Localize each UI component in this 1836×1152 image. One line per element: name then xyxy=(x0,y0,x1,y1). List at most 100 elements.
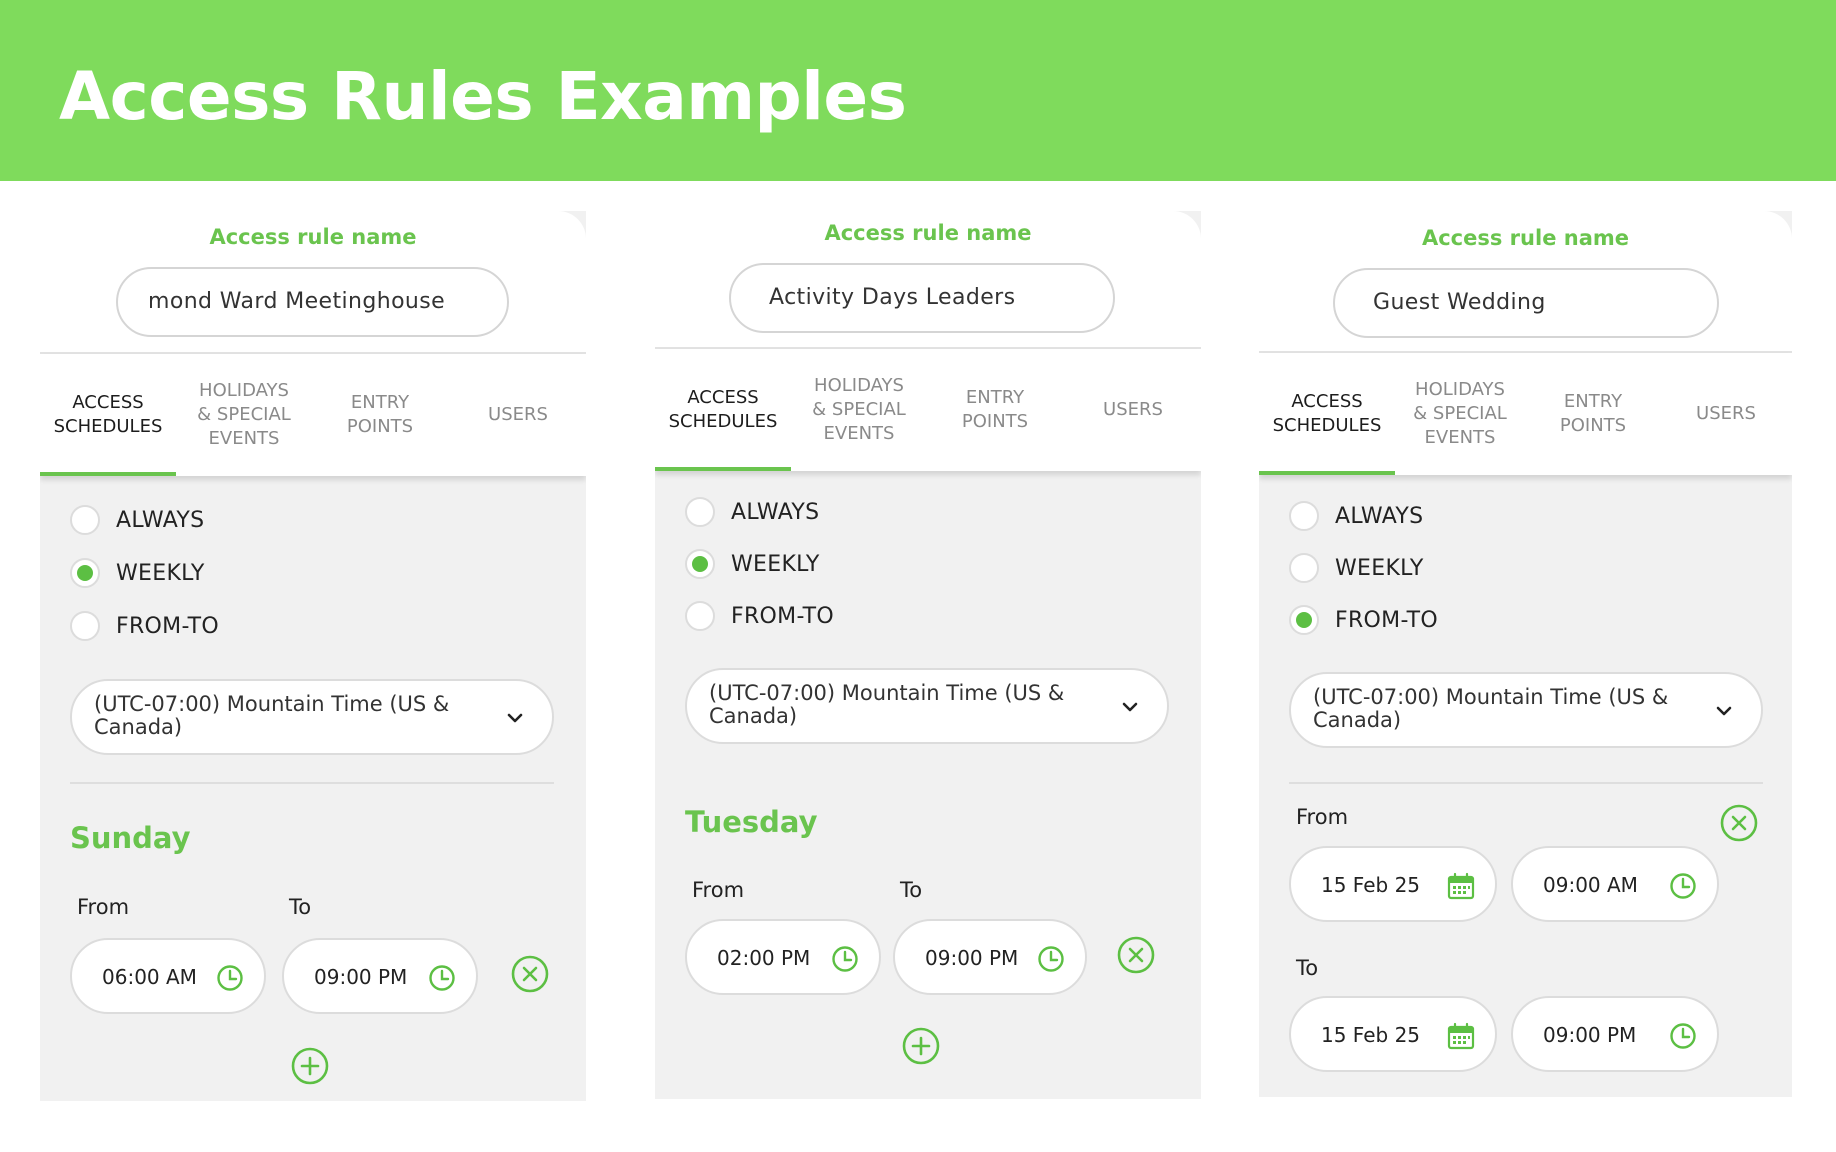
radio-always[interactable]: ALWAYS xyxy=(685,497,819,527)
access-rule-panel-1: Access rule name mond Ward Meetinghouse … xyxy=(40,211,586,1101)
from-label: From xyxy=(77,895,130,919)
radio-button[interactable] xyxy=(685,549,715,579)
to-label: To xyxy=(900,878,923,902)
clock-icon[interactable] xyxy=(1037,945,1065,973)
rule-name-label: Access rule name xyxy=(1421,226,1629,250)
rule-name-value: Guest Wedding xyxy=(1373,290,1546,315)
tab-label: HOLIDAYS xyxy=(814,375,904,396)
tab-users[interactable]: USERS xyxy=(1065,349,1201,471)
timezone-select[interactable]: (UTC-07:00) Mountain Time (US & Canada) xyxy=(685,668,1169,744)
tab-bar: ACCESS SCHEDULES HOLIDAYS & SPECIAL EVENTS … xyxy=(655,349,1201,471)
radio-always[interactable]: ALWAYS xyxy=(70,505,204,535)
calendar-icon[interactable] xyxy=(1447,872,1475,900)
radio-button[interactable] xyxy=(1289,553,1319,583)
radio-weekly[interactable]: WEEKLY xyxy=(70,558,205,588)
timezone-select[interactable]: (UTC-07:00) Mountain Time (US & Canada) xyxy=(1289,672,1763,748)
from-time-value: 09:00 AM xyxy=(1543,873,1638,897)
tab-label: ACCESS xyxy=(72,392,144,413)
to-time-value: 09:00 PM xyxy=(925,946,1019,970)
radio-button[interactable] xyxy=(70,611,100,641)
day-title: Tuesday xyxy=(685,805,818,839)
radio-weekly[interactable]: WEEKLY xyxy=(685,549,820,579)
from-time-field[interactable]: 02:00 PM xyxy=(685,919,881,995)
tab-label: USERS xyxy=(1696,403,1756,424)
divider xyxy=(70,782,554,784)
radio-weekly[interactable]: WEEKLY xyxy=(1289,553,1424,583)
access-rule-panel-3: Access rule name Guest Wedding ACCESS SCH… xyxy=(1259,211,1792,1097)
radio-label: ALWAYS xyxy=(116,507,205,533)
tab-access-schedules[interactable]: ACCESS SCHEDULES xyxy=(1259,353,1395,475)
tab-label: POINTS xyxy=(1559,415,1627,436)
from-time-value: 02:00 PM xyxy=(717,946,811,970)
tab-entry-points[interactable]: ENTRY POINTS xyxy=(1525,353,1661,475)
to-time-field[interactable]: 09:00 PM xyxy=(282,938,478,1014)
add-icon[interactable] xyxy=(291,1047,329,1085)
panel-header: Access rule name Guest Wedding xyxy=(1259,211,1792,351)
tab-holidays-special-events[interactable]: HOLIDAYS & SPECIAL EVENTS xyxy=(791,349,927,471)
tab-entry-points[interactable]: ENTRY POINTS xyxy=(312,354,448,476)
radio-label: WEEKLY xyxy=(731,551,820,577)
remove-icon[interactable] xyxy=(1720,804,1758,842)
to-time-field[interactable]: 09:00 PM xyxy=(893,919,1087,995)
tab-holidays-special-events[interactable]: HOLIDAYS & SPECIAL EVENTS xyxy=(176,354,312,476)
chevron-down-icon xyxy=(1716,706,1732,716)
from-label: From xyxy=(692,878,745,902)
tab-label: SCHEDULES xyxy=(53,416,163,437)
tab-label: POINTS xyxy=(346,416,414,437)
tab-label: SCHEDULES xyxy=(668,411,778,432)
calendar-icon[interactable] xyxy=(1447,1022,1475,1050)
tab-label: EVENTS xyxy=(1424,427,1496,448)
header-banner: Access Rules Examples xyxy=(0,0,1836,181)
tab-label: HOLIDAYS xyxy=(199,380,289,401)
to-time-value: 09:00 PM xyxy=(1543,1023,1637,1047)
rule-name-input[interactable]: Activity Days Leaders xyxy=(729,263,1115,333)
remove-icon[interactable] xyxy=(511,955,549,993)
clock-icon[interactable] xyxy=(831,945,859,973)
timezone-value: (UTC-07:00) Mountain Time (US & Canada) xyxy=(1313,685,1669,732)
add-icon[interactable] xyxy=(902,1027,940,1065)
radio-button[interactable] xyxy=(685,497,715,527)
clock-icon[interactable] xyxy=(1669,872,1697,900)
from-date-field[interactable]: 15 Feb 25 xyxy=(1289,846,1497,922)
timezone-value: (UTC-07:00) Mountain Time (US & Canada) xyxy=(94,692,450,739)
radio-button[interactable] xyxy=(1289,605,1319,635)
clock-icon[interactable] xyxy=(216,964,244,992)
radio-button[interactable] xyxy=(70,505,100,535)
tab-holidays-special-events[interactable]: HOLIDAYS & SPECIAL EVENTS xyxy=(1392,353,1528,475)
radio-from-to[interactable]: FROM-TO xyxy=(1289,605,1438,635)
tab-label: ENTRY xyxy=(350,392,410,413)
timezone-select[interactable]: (UTC-07:00) Mountain Time (US & Canada) xyxy=(70,679,554,755)
radio-button[interactable] xyxy=(685,601,715,631)
radio-button[interactable] xyxy=(70,558,100,588)
day-title: Sunday xyxy=(70,821,191,855)
radio-button[interactable] xyxy=(1289,501,1319,531)
rule-name-input[interactable]: Guest Wedding xyxy=(1333,268,1719,338)
radio-from-to[interactable]: FROM-TO xyxy=(70,611,219,641)
remove-icon[interactable] xyxy=(1117,936,1155,974)
chevron-down-icon xyxy=(507,713,523,723)
tab-access-schedules[interactable]: ACCESS SCHEDULES xyxy=(40,354,176,476)
clock-icon[interactable] xyxy=(1669,1022,1697,1050)
tab-label: EVENTS xyxy=(208,428,280,449)
tab-label: ACCESS xyxy=(1291,391,1363,412)
from-time-field[interactable]: 09:00 AM xyxy=(1511,846,1719,922)
to-time-field[interactable]: 09:00 PM xyxy=(1511,996,1719,1072)
to-time-value: 09:00 PM xyxy=(314,965,408,989)
rule-name-value: Activity Days Leaders xyxy=(769,285,1016,310)
tab-label: & SPECIAL xyxy=(812,399,906,420)
tab-label: SCHEDULES xyxy=(1272,415,1382,436)
to-date-field[interactable]: 15 Feb 25 xyxy=(1289,996,1497,1072)
tab-access-schedules[interactable]: ACCESS SCHEDULES xyxy=(655,349,791,471)
radio-from-to[interactable]: FROM-TO xyxy=(685,601,834,631)
tab-label: HOLIDAYS xyxy=(1415,379,1505,400)
panel-header: Access rule name mond Ward Meetinghouse xyxy=(40,211,586,352)
from-label: From xyxy=(1296,805,1349,829)
rule-name-input[interactable]: mond Ward Meetinghouse xyxy=(116,267,509,337)
from-time-field[interactable]: 06:00 AM xyxy=(70,938,266,1014)
clock-icon[interactable] xyxy=(428,964,456,992)
tab-users[interactable]: USERS xyxy=(1658,353,1792,475)
tab-entry-points[interactable]: ENTRY POINTS xyxy=(927,349,1063,471)
tab-label: ACCESS xyxy=(687,387,759,408)
radio-always[interactable]: ALWAYS xyxy=(1289,501,1423,531)
tab-users[interactable]: USERS xyxy=(450,354,586,476)
